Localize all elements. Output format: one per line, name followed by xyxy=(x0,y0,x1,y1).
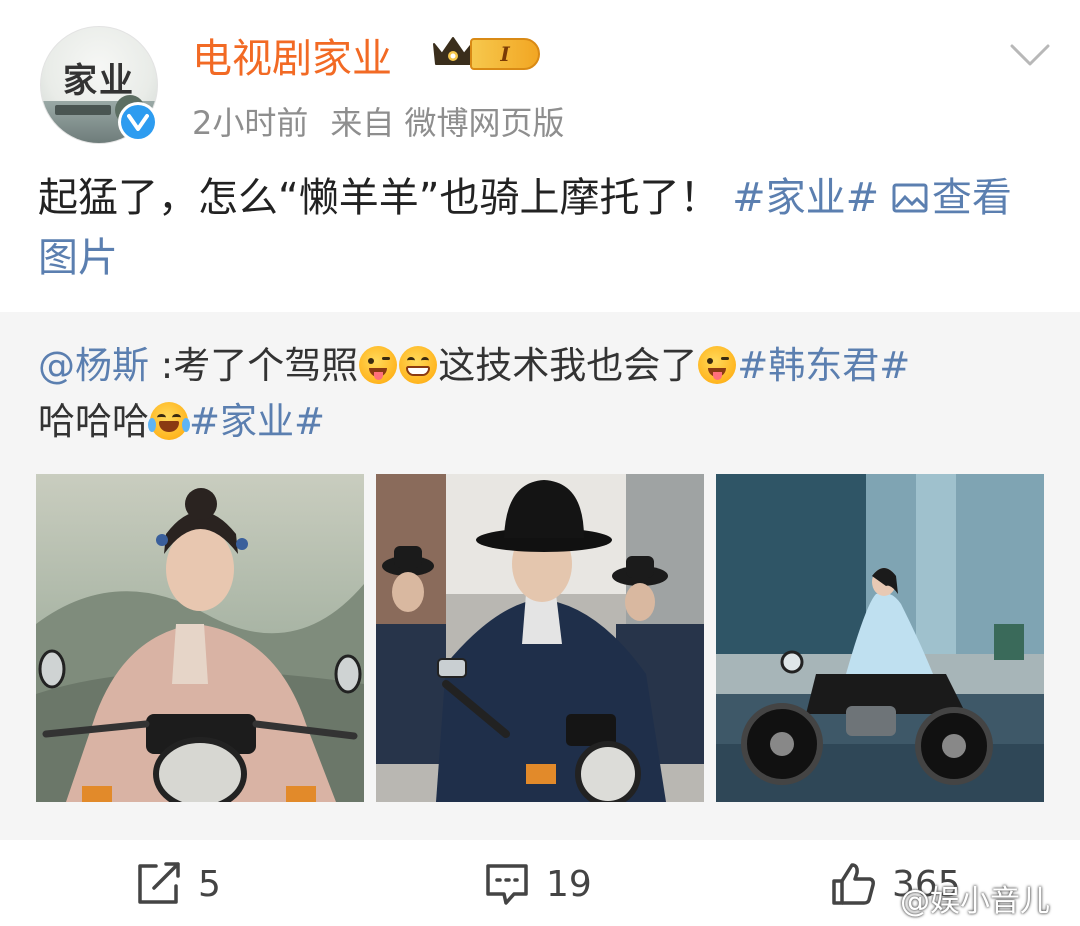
thumbs-up-icon xyxy=(832,863,875,905)
share-icon xyxy=(138,862,180,904)
image-icon xyxy=(892,183,928,213)
repost-count: 5 xyxy=(198,863,221,905)
avatar-text: 家业 xyxy=(63,61,135,101)
grin-emoji-icon xyxy=(399,346,438,384)
repost-button[interactable]: 5 xyxy=(136,862,221,906)
repost-body-c: 哈哈哈 xyxy=(38,400,149,443)
post-text: 起猛了，怎么“懒羊羊”也骑上摩托了！ #家业# 查看图片 xyxy=(38,168,1048,288)
repost-card[interactable]: @杨斯 :考了个驾照 这技术我也会了 #韩东君# 哈哈哈 #家业# xyxy=(0,312,1080,840)
chevron-down-icon[interactable] xyxy=(1008,40,1052,70)
verified-icon xyxy=(118,102,158,142)
repost-body-a: :考了个驾照 xyxy=(149,344,359,387)
photo-woman-pink-motorcycle[interactable] xyxy=(36,474,364,802)
watermark: @娱小音儿 xyxy=(900,884,1050,919)
repost-text: @杨斯 :考了个驾照 这技术我也会了 #韩东君# 哈哈哈 #家业# xyxy=(38,338,1048,450)
tongue-emoji-icon-2 xyxy=(698,346,737,384)
post-meta: 2小时前 来自 微博网页版 xyxy=(192,98,587,144)
vip-badge[interactable]: I xyxy=(430,32,544,72)
post-time: 2小时前 xyxy=(192,104,309,142)
username[interactable]: 电视剧家业 xyxy=(192,26,392,84)
tongue-emoji-icon xyxy=(359,346,398,384)
post-body: 起猛了，怎么“懒羊羊”也骑上摩托了！ xyxy=(38,175,720,221)
comment-icon xyxy=(486,864,528,905)
repost-body-b: 这技术我也会了 xyxy=(438,344,698,387)
hashtag-link-3[interactable]: #家业# xyxy=(189,400,325,443)
hashtag-link[interactable]: #家业# xyxy=(732,175,879,221)
post-header: 家业 电视剧家业 I 2小时前 来自 微博网页版 xyxy=(0,0,1080,160)
comment-button[interactable]: 19 xyxy=(484,862,592,906)
post-source: 来自 微博网页版 xyxy=(330,104,565,142)
view-image-label-1: 查 xyxy=(931,175,972,221)
hashtag-link-2[interactable]: #韩东君# xyxy=(737,344,910,387)
comment-count: 19 xyxy=(546,863,592,905)
vip-level: I xyxy=(470,38,540,70)
mention-link[interactable]: @杨斯 xyxy=(38,344,149,387)
photo-woman-blue-motorcycle-street[interactable] xyxy=(716,474,1044,802)
laugh-cry-emoji-icon xyxy=(148,402,190,440)
photo-man-black-hat-motorcycle[interactable] xyxy=(376,474,704,802)
photo-grid xyxy=(36,474,1046,802)
